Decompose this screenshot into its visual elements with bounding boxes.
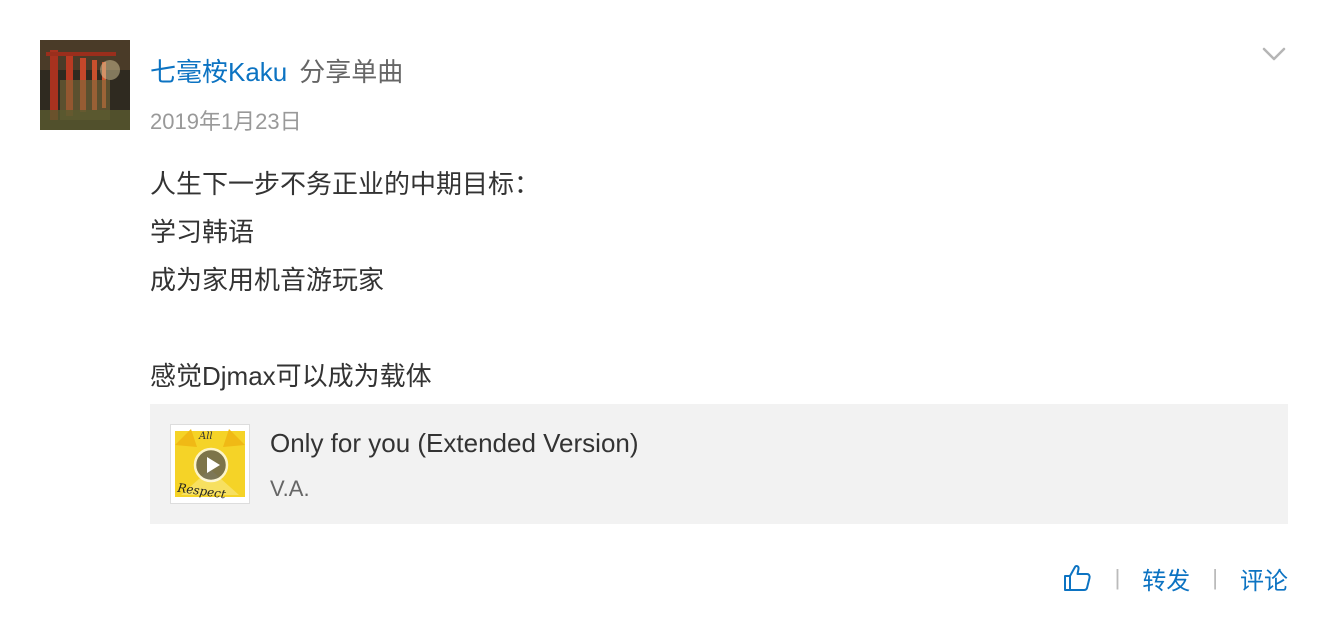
avatar[interactable] xyxy=(40,40,130,130)
post-line: 学习韩语 xyxy=(150,217,255,247)
post-content: 人生下一步不务正业的中期目标： 学习韩语 成为家用机音游玩家 感觉Djmax可以… xyxy=(150,160,540,400)
post-actions: | 转发 | 评论 xyxy=(1061,560,1288,596)
post-date: 2019年1月23日 xyxy=(150,109,302,134)
play-icon[interactable] xyxy=(193,447,229,483)
song-artist[interactable]: V.A. xyxy=(270,476,310,502)
author-link[interactable]: 七毫桉Kaku xyxy=(150,52,287,89)
share-action-text: 分享单曲 xyxy=(299,56,404,87)
separator: | xyxy=(1114,565,1121,590)
album-cover[interactable]: All Respect xyxy=(170,424,250,504)
thumbs-up-icon[interactable] xyxy=(1061,562,1093,594)
chevron-down-icon[interactable] xyxy=(1258,38,1290,70)
post-line: 感觉Djmax可以成为载体 xyxy=(150,361,432,391)
post-line xyxy=(150,304,540,352)
post-line: 人生下一步不务正业的中期目标： xyxy=(150,169,541,199)
post-header: 七毫桉Kaku 分享单曲 xyxy=(150,50,403,90)
song-title[interactable]: Only for you (Extended Version) xyxy=(270,428,639,459)
album-cover-text-top: All xyxy=(198,431,213,442)
post-line: 成为家用机音游玩家 xyxy=(150,265,385,295)
separator: | xyxy=(1212,565,1218,590)
shared-song-card[interactable]: All Respect Only for you (Extended Versi… xyxy=(150,404,1288,524)
comment-button[interactable]: 评论 xyxy=(1240,561,1288,596)
repost-button[interactable]: 转发 xyxy=(1142,561,1190,596)
